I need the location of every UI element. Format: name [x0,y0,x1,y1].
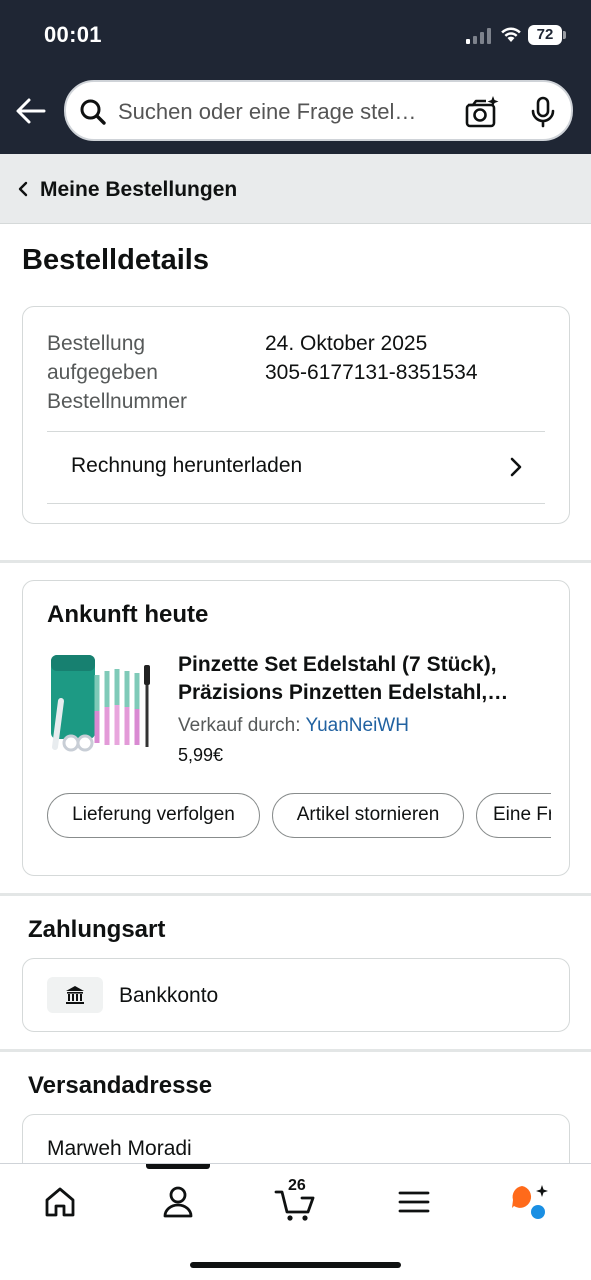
seller-prefix: Verkauf durch: [178,715,306,736]
product-title-line2[interactable]: Präzisions Pinzetten Edelstahl,… [178,679,548,707]
bank-icon [66,986,84,1004]
seller-info: Verkauf durch: YuanNeiWH [178,715,409,737]
order-date-label: Bestellung [47,332,146,355]
status-time: 00:01 [44,22,102,47]
payment-method: Bankkonto [119,984,219,1007]
status-bar: 00:01 72 [0,0,591,70]
search-bar[interactable]: Suchen oder eine Frage stel… [64,80,573,141]
battery-level: 72 [528,25,562,45]
order-date: 24. Oktober 2025 [265,332,428,355]
product-price: 5,99€ [178,745,224,765]
account-icon[interactable] [158,1182,198,1222]
microphone-icon[interactable] [530,96,556,128]
search-input[interactable]: Suchen oder eine Frage stel… [118,99,458,125]
product-image[interactable] [47,651,155,755]
order-info-values: 24. Oktober 2025 305-6177131-8351534 [265,329,478,387]
track-delivery-button[interactable]: Lieferung verfolgen [47,793,260,838]
section-separator [0,560,591,563]
order-info-labels: Bestellung aufgegeben Bestellnummer [47,329,187,416]
home-indicator [190,1262,401,1268]
section-separator [0,1049,591,1052]
top-header: 00:01 72 Suchen oder eine Frage stel… [0,0,591,154]
divider [47,503,545,504]
shipment-card: Ankunft heute Pinzette Set Edelstahl (7 … [22,580,570,876]
bank-icon-box [47,977,103,1013]
arrival-status: Ankunft heute [47,601,209,628]
product-title[interactable]: Pinzette Set Edelstahl (7 Stück), Präzis… [178,651,548,707]
order-date-label-cont: aufgegeben [47,361,158,384]
back-arrow-icon[interactable] [14,96,48,126]
cancel-item-button[interactable]: Artikel stornieren [272,793,464,838]
shipping-section-title: Versandadresse [28,1072,213,1099]
chevron-right-icon [510,457,522,477]
seller-link[interactable]: YuanNeiWH [305,715,409,736]
cellular-signal-icon [466,28,491,44]
camera-search-icon[interactable] [464,95,500,129]
home-icon[interactable] [40,1182,80,1222]
wifi-icon [501,27,521,42]
menu-icon[interactable] [394,1182,434,1222]
action-buttons-row[interactable]: Lieferung verfolgen Artikel stornieren E… [47,793,551,839]
payment-card: Bankkonto [22,958,570,1032]
cart-count-badge: 26 [288,1177,306,1194]
download-invoice-row[interactable]: Rechnung herunterladen [47,432,545,503]
order-info-card: Bestellung aufgegeben Bestellnummer 24. … [22,306,570,524]
product-title-line1[interactable]: Pinzette Set Edelstahl (7 Stück), [178,651,548,679]
page-title: Bestelldetails [22,244,209,276]
active-tab-indicator [146,1164,210,1169]
rufus-assistant-icon[interactable] [508,1182,552,1222]
battery-icon: 72 [528,25,566,45]
order-number-label: Bestellnummer [47,390,188,413]
recipient-name: Marweh Moradi [47,1137,192,1160]
chevron-left-icon [18,181,28,197]
section-separator [0,893,591,896]
breadcrumb[interactable]: Meine Bestellungen [0,154,591,224]
breadcrumb-label[interactable]: Meine Bestellungen [40,178,237,202]
payment-section-title: Zahlungsart [28,916,166,943]
order-number: 305-6177131-8351534 [265,361,478,384]
download-invoice-label[interactable]: Rechnung herunterladen [71,454,302,478]
ask-question-button[interactable]: Eine Fr [476,793,551,838]
search-icon [80,99,106,125]
